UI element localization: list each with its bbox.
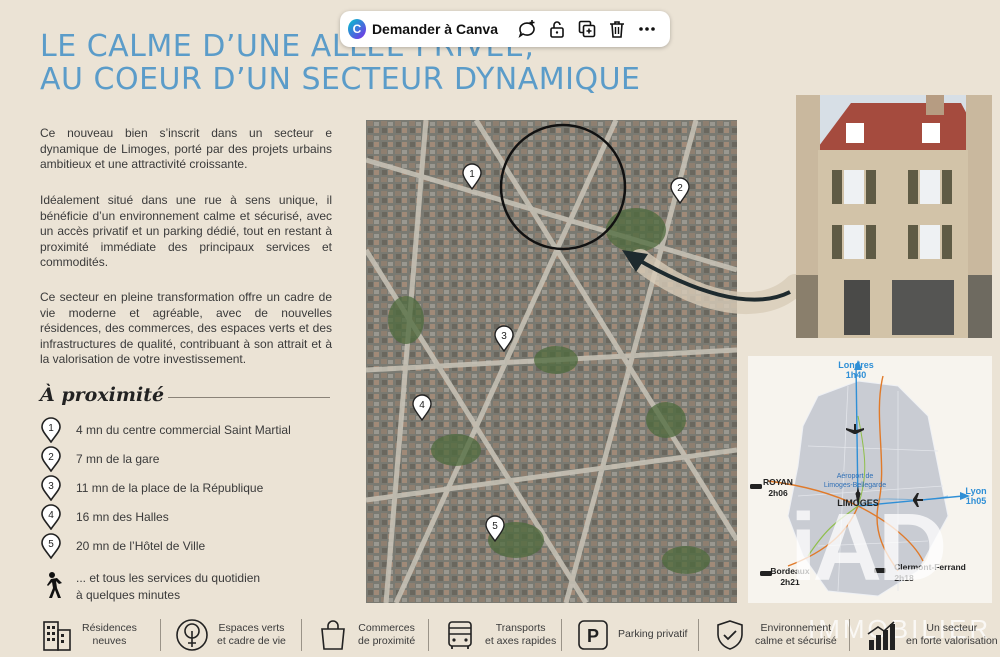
shopping-bag-icon	[321, 619, 345, 650]
svg-text:5: 5	[492, 521, 498, 532]
pin-icon: 2	[41, 446, 61, 472]
proximity-item: 3 11 mn de la place de la République	[40, 475, 263, 501]
lock-icon[interactable]	[547, 19, 567, 39]
pin-icon: 3	[41, 475, 61, 501]
proximity-item-text: 7 mn de la gare	[76, 452, 160, 466]
tree-icon	[176, 618, 208, 651]
map-marker[interactable]: 2	[669, 176, 691, 204]
walking-person-icon	[47, 572, 62, 598]
svg-text:P: P	[587, 626, 599, 646]
proximity-item: 1 4 mn du centre commercial Saint Martia…	[40, 417, 291, 443]
svg-text:3: 3	[48, 481, 54, 492]
services-line-2: à quelques minutes	[76, 588, 181, 602]
feature-parking: P Parking privatif	[562, 612, 698, 657]
intro-paragraph-1: Ce nouveau bien s’inscrit dans un secteu…	[40, 126, 332, 171]
curved-arrow-icon	[622, 249, 800, 315]
title-line-2: AU COEUR D’UN SECTEUR DYNAMIQUE	[40, 62, 641, 97]
proximity-item-text: 11 mn de la place de la République	[76, 481, 264, 495]
parking-icon: P	[578, 619, 608, 650]
proximity-divider	[168, 397, 330, 398]
svg-text:2: 2	[677, 183, 683, 194]
svg-text:2: 2	[48, 452, 54, 463]
canva-floating-toolbar: C Demander à Canva	[340, 11, 670, 47]
map-marker[interactable]: 3	[493, 324, 515, 352]
svg-text:Lyon: Lyon	[965, 486, 986, 496]
proximity-title: À proximité	[40, 384, 165, 406]
growth-chart-icon	[867, 620, 895, 650]
pin-icon: 1	[41, 417, 61, 443]
map-marker[interactable]: 1	[461, 162, 483, 190]
map-marker[interactable]: 5	[484, 514, 506, 542]
svg-text:1: 1	[469, 169, 475, 180]
comment-plus-icon[interactable]	[517, 19, 537, 39]
feature-shops: Commerces de proximité	[302, 612, 428, 657]
more-icon[interactable]	[637, 19, 657, 39]
proximity-services: ... et tous les services du quotidien à …	[40, 570, 260, 604]
services-line-1: ... et tous les services du quotidien	[76, 571, 261, 585]
svg-text:ROYAN: ROYAN	[763, 477, 793, 487]
proximity-item-text: 4 mn du centre commercial Saint Martial	[76, 423, 291, 437]
intro-paragraph-3: Ce secteur en pleine transformation offr…	[40, 290, 332, 366]
canva-logo-icon[interactable]: C	[348, 19, 366, 39]
bus-icon	[448, 620, 472, 649]
footer-features: Résidences neuves Espaces verts et cadre d…	[0, 612, 1000, 657]
intro-paragraph-2: Idéalement situé dans une rue à sens uni…	[40, 193, 332, 269]
svg-text:1: 1	[48, 423, 54, 434]
pin-icon: 4	[41, 504, 61, 530]
pin-icon: 5	[41, 533, 61, 559]
svg-text:3: 3	[501, 331, 507, 342]
feature-valuation: Un secteur en forte valorisation	[850, 612, 1000, 657]
iad-logo-watermark: iAD	[790, 494, 947, 601]
residences-icon	[43, 620, 71, 651]
svg-text:1h05: 1h05	[966, 496, 987, 506]
duplicate-icon[interactable]	[577, 19, 597, 39]
svg-text:Limoges-Bellegarde: Limoges-Bellegarde	[824, 482, 886, 489]
feature-calm-environment: Environnement calme et sécurisé	[699, 612, 849, 657]
ask-canva-button[interactable]: Demander à Canva	[372, 21, 498, 37]
svg-text:4: 4	[419, 400, 425, 411]
shield-check-icon	[717, 619, 743, 650]
proximity-item-text: 16 mn des Halles	[76, 510, 169, 524]
svg-text:Londres: Londres	[838, 360, 874, 370]
aerial-map: 1 2 3 4 5	[366, 120, 737, 603]
page: LE CALME D’UNE ALLÉE PRIVÉE, AU COEUR D’…	[0, 0, 1000, 657]
svg-text:2h06: 2h06	[768, 488, 788, 498]
svg-text:4: 4	[48, 510, 54, 521]
proximity-item: 5 20 mn de l’Hôtel de Ville	[40, 533, 205, 559]
building-photo	[796, 95, 992, 338]
proximity-item-text: 20 mn de l’Hôtel de Ville	[76, 539, 206, 553]
map-marker[interactable]: 4	[411, 393, 433, 421]
svg-text:1h40: 1h40	[846, 370, 867, 380]
feature-transport: Transports et axes rapides	[429, 612, 561, 657]
feature-residences: Résidences neuves	[0, 612, 160, 657]
feature-green-spaces: Espaces verts et cadre de vie	[161, 612, 301, 657]
svg-text:5: 5	[48, 539, 54, 550]
proximity-item: 2 7 mn de la gare	[40, 446, 159, 472]
trash-icon[interactable]	[607, 19, 627, 39]
svg-text:Aéroport de: Aéroport de	[837, 473, 874, 480]
proximity-item: 4 16 mn des Halles	[40, 504, 169, 530]
